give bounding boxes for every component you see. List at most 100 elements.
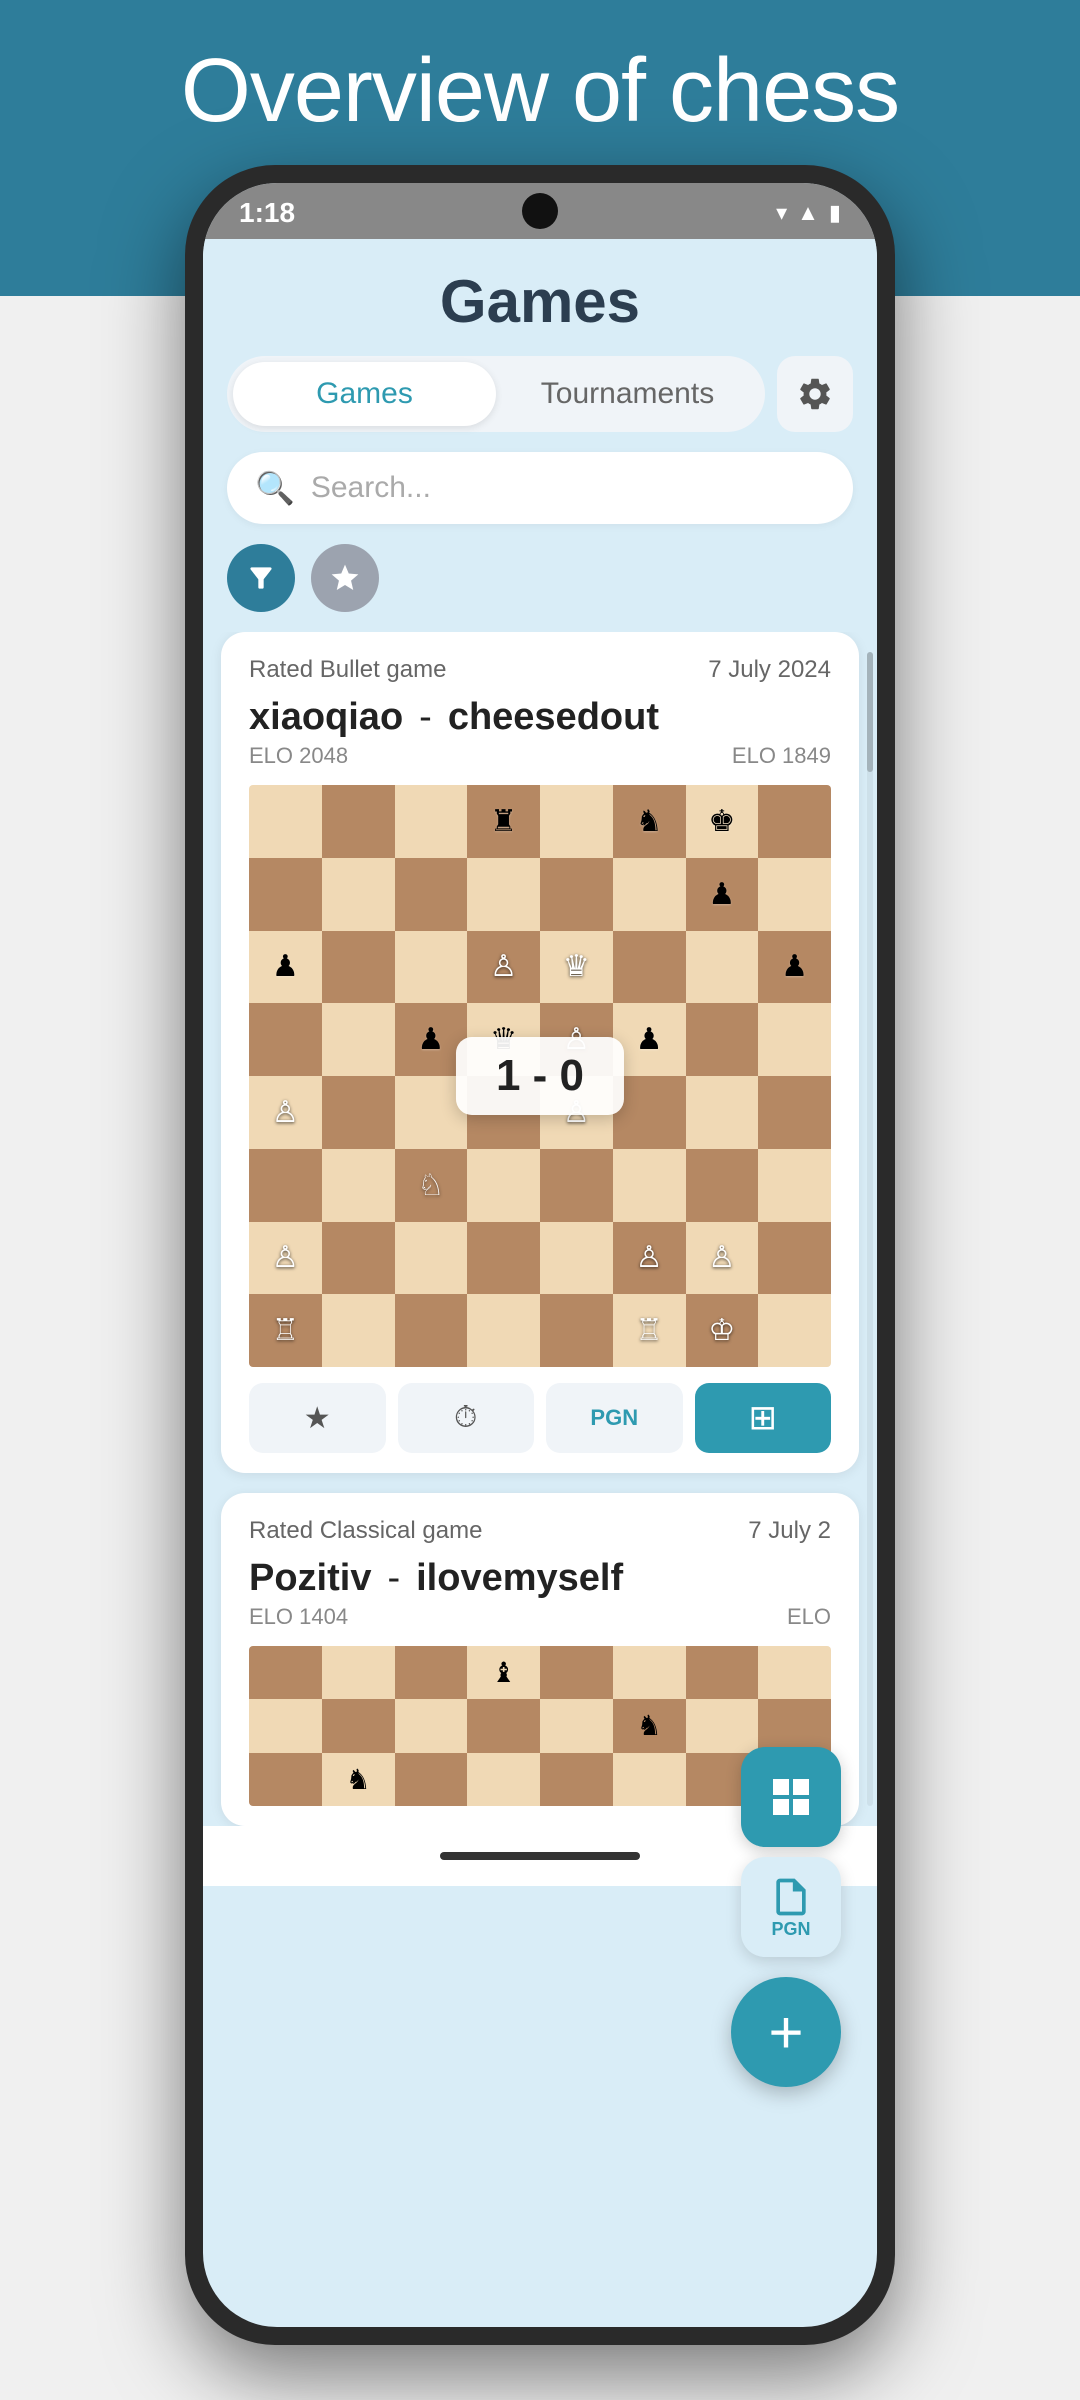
dash-2: - [387,1557,400,1600]
chess-cell: ♖ [613,1294,686,1367]
chess-cell [322,1076,395,1149]
chess-cell-preview [686,1646,759,1699]
tab-tournaments[interactable]: Tournaments [496,362,759,426]
chess-cell-preview: ♝ [467,1646,540,1699]
player1-name-2: Pozitiv [249,1557,371,1600]
phone-device: 1:18 ▾ ▲ ▮ Games Games Tournaments [185,165,895,2345]
signal-icon: ▲ [797,200,819,226]
game-type-1: Rated Bullet game [249,656,446,684]
chess-cell-preview [249,1646,322,1699]
fab-add-button[interactable]: + [731,1977,841,2087]
chess-cell [322,1294,395,1367]
scrollbar-thumb [867,652,873,772]
search-icon: 🔍 [255,469,295,507]
dash-1: - [419,696,432,739]
chess-cell-preview [613,1646,686,1699]
battery-icon: ▮ [829,200,841,226]
chess-cell [686,1003,759,1076]
chess-cell-preview [395,1753,468,1806]
chess-cell [758,1149,831,1222]
chess-cell [322,1003,395,1076]
chess-cell [758,858,831,931]
camera-notch [522,193,558,229]
chess-cell-preview: ♞ [613,1699,686,1752]
chess-cell-preview [613,1753,686,1806]
elo-row-2: ELO 1404 ELO [249,1604,831,1630]
chess-cell [686,931,759,1004]
analysis-button[interactable]: ⊞ [695,1383,832,1453]
tabs-row: Games Tournaments [203,356,877,452]
status-time: 1:18 [239,197,295,229]
chess-cell [322,1149,395,1222]
chess-cell [540,858,613,931]
chess-cell-preview [467,1753,540,1806]
chess-cell [322,785,395,858]
wifi-icon: ▾ [776,200,787,226]
pgn-label: PGN [590,1405,638,1431]
chess-cell: ♟ [249,931,322,1004]
chess-cell [322,931,395,1004]
chess-cell: ♘ [395,1149,468,1222]
app-title: Games [203,239,877,356]
chess-cell [686,1149,759,1222]
player2-name-2: ilovemyself [416,1557,623,1600]
scrollbar-track [867,652,873,1806]
chess-cell: ♟ [686,858,759,931]
chess-cell [249,858,322,931]
clock-icon: ⏱ [454,1401,477,1435]
pgn-export-button[interactable]: PGN [546,1383,683,1453]
star-game-button[interactable]: ★ [249,1383,386,1453]
chess-cell [540,1294,613,1367]
chess-cell: ♙ [249,1076,322,1149]
filter-button[interactable] [227,544,295,612]
chess-cell [758,1076,831,1149]
game-card-1-header: Rated Bullet game 7 July 2024 [249,656,831,684]
clock-button[interactable]: ⏱ [398,1383,535,1453]
search-placeholder: Search... [311,471,431,505]
chess-cell: ♙ [613,1222,686,1295]
chess-cell-preview: ♞ [322,1753,395,1806]
player1-name: xiaoqiao [249,696,403,739]
fab-pgn-button[interactable]: PGN [741,1857,841,1957]
chess-cell-preview [467,1699,540,1752]
chess-cell [322,858,395,931]
search-bar[interactable]: 🔍 Search... [227,452,853,524]
fab-grid-button[interactable] [741,1747,841,1847]
chess-cell [613,931,686,1004]
game-card-2-header: Rated Classical game 7 July 2 [249,1517,831,1545]
chess-cell [758,1294,831,1367]
chess-cell [249,1149,322,1222]
chess-cell-preview [758,1646,831,1699]
chess-cell: ♔ [686,1294,759,1367]
chess-cell-preview [395,1699,468,1752]
chess-cell-preview [540,1646,613,1699]
favorites-button[interactable] [311,544,379,612]
chess-cell: ♞ [613,785,686,858]
chess-board-1: ♜♞♚♟♟♙♛♟♟♛♙♟♙♙♘♙♙♙♖♖♔1 - 0 [249,785,831,1367]
filter-icon [245,562,277,594]
game-type-2: Rated Classical game [249,1517,482,1545]
player2-elo: ELO 1849 [732,743,831,769]
chess-cell [758,785,831,858]
tab-games[interactable]: Games [233,362,496,426]
chess-cell [395,931,468,1004]
game-card-1: Rated Bullet game 7 July 2024 xiaoqiao -… [221,632,859,1473]
analysis-icon: ⊞ [749,1398,778,1438]
chess-cell [758,1222,831,1295]
grid-icon [767,1773,815,1821]
chess-cell-preview [249,1699,322,1752]
chess-cell [467,1222,540,1295]
chess-cell [540,1149,613,1222]
settings-button[interactable] [777,356,853,432]
add-icon: + [768,1998,803,2067]
players-row-2: Pozitiv - ilovemyself [249,1557,831,1600]
chess-cell-preview [540,1753,613,1806]
chess-cell [249,785,322,858]
chess-cell: ♙ [467,931,540,1004]
document-icon [769,1875,813,1919]
star-icon [329,562,361,594]
chess-cell-preview [322,1699,395,1752]
chess-cell [540,1222,613,1295]
chess-cell [758,1003,831,1076]
action-row-1: ★ ⏱ PGN ⊞ [249,1383,831,1453]
